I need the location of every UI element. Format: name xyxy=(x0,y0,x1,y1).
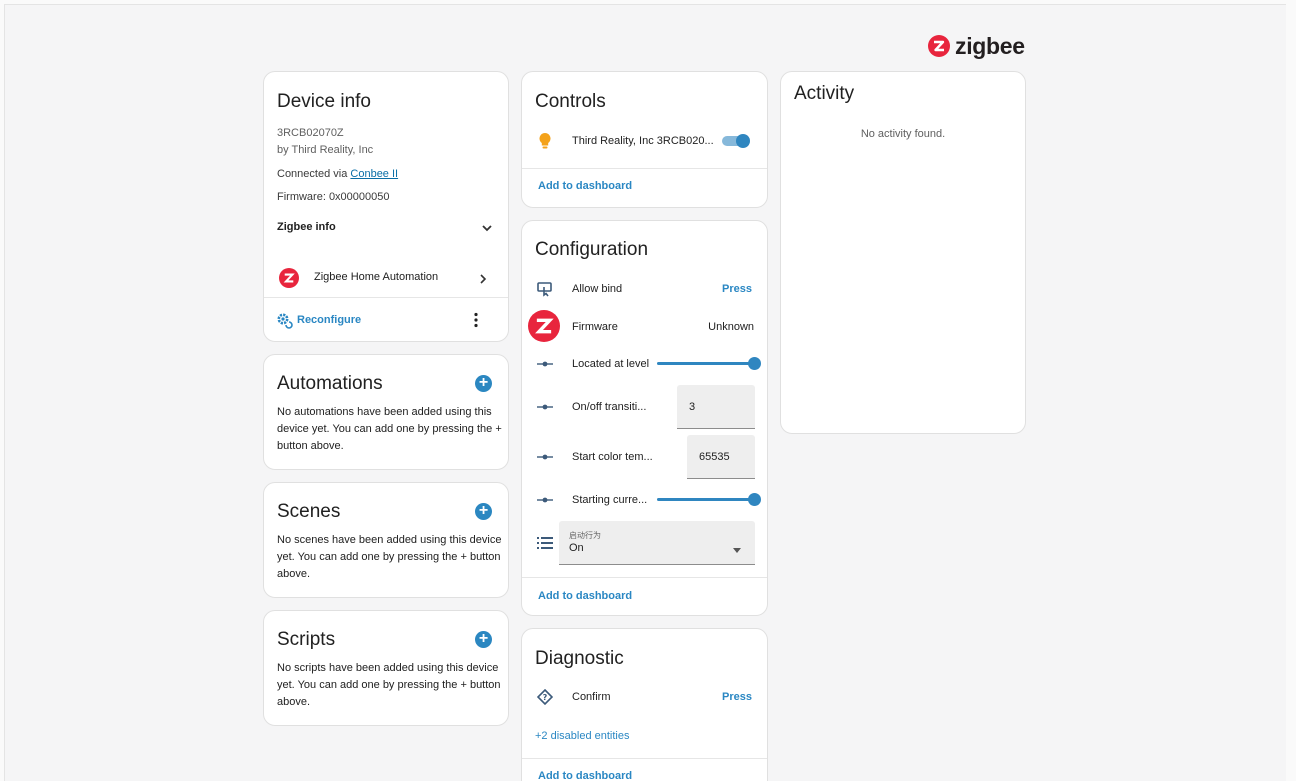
cog-refresh-icon xyxy=(275,311,293,329)
activity-title: Activity xyxy=(794,83,855,104)
firmware-label: Firmware xyxy=(572,321,618,333)
configuration-card: Configuration Allow bind Press Firmware … xyxy=(521,220,768,616)
activity-card: Activity No activity found. xyxy=(780,71,1026,434)
firmware-zigbee-icon xyxy=(528,310,560,342)
connected-via-label: Connected via xyxy=(277,168,351,180)
diagnostic-add-to-dashboard[interactable]: Add to dashboard xyxy=(538,770,632,781)
ray-vertex-icon xyxy=(536,355,554,373)
firmware-value: Unknown xyxy=(708,321,754,333)
level-slider[interactable] xyxy=(657,357,761,370)
more-options-icon[interactable] xyxy=(474,312,478,333)
zigbee-logo-icon xyxy=(928,35,950,57)
diagnostic-card: Diagnostic ? Confirm Press +2 disabled e… xyxy=(521,628,768,781)
activity-empty-text: No activity found. xyxy=(860,128,946,140)
controls-card: Controls Third Reality, Inc 3RCB020... A… xyxy=(521,71,768,208)
light-toggle[interactable] xyxy=(722,134,750,148)
onoff-transition-value: 3 xyxy=(689,400,696,413)
configuration-divider xyxy=(522,577,767,578)
device-model: 3RCB02070Z xyxy=(277,127,344,139)
controls-title: Controls xyxy=(535,91,606,112)
scripts-title: Scripts xyxy=(277,629,336,650)
configuration-title: Configuration xyxy=(535,239,649,260)
firmware-row: Firmware Unknown xyxy=(522,310,767,342)
zigbee-logo: zigbee xyxy=(928,32,1025,59)
chevron-right-icon xyxy=(478,272,488,290)
light-entity-label: Third Reality, Inc 3RCB020... xyxy=(572,135,714,147)
configuration-add-to-dashboard[interactable]: Add to dashboard xyxy=(538,590,632,602)
scripts-empty-text: No scripts have been added using this de… xyxy=(277,662,501,708)
startup-behavior-row: 启动行为 On xyxy=(522,521,767,565)
device-info-divider xyxy=(264,297,508,298)
lightbulb-icon xyxy=(536,132,554,150)
device-firmware: Firmware: 0x00000050 xyxy=(277,191,390,203)
reconfigure-button[interactable]: Reconfigure xyxy=(275,310,361,330)
level-label: Located at level xyxy=(572,358,650,370)
chevron-down-icon xyxy=(481,221,493,239)
scenes-title: Scenes xyxy=(277,501,341,522)
connected-via: Connected via Conbee II xyxy=(277,166,398,183)
ray-vertex-icon xyxy=(536,448,554,466)
onoff-transition-row: On/off transiti... 3 xyxy=(522,385,767,429)
startup-behavior-select[interactable]: 启动行为 On xyxy=(559,521,755,565)
color-temp-input[interactable]: 65535 xyxy=(687,435,755,479)
scenes-card: Scenes + No scenes have been added using… xyxy=(263,482,509,598)
confirm-row: ? Confirm Press xyxy=(522,687,767,707)
automations-empty-text: No automations have been added using thi… xyxy=(277,406,502,452)
level-row: Located at level xyxy=(522,354,767,374)
device-manufacturer: by Third Reality, Inc xyxy=(277,144,374,156)
svg-text:?: ? xyxy=(543,693,548,702)
color-temp-value: 65535 xyxy=(699,450,730,463)
add-automation-button[interactable]: + xyxy=(475,375,492,392)
onoff-transition-input[interactable]: 3 xyxy=(677,385,755,429)
device-info-card: Device info 3RCB02070Z by Third Reality,… xyxy=(263,71,509,342)
automations-title: Automations xyxy=(277,373,383,394)
format-list-icon xyxy=(536,534,554,552)
add-scene-button[interactable]: + xyxy=(475,503,492,520)
diagnostic-title: Diagnostic xyxy=(535,648,624,669)
onoff-transition-label: On/off transiti... xyxy=(572,401,647,413)
ray-vertex-icon xyxy=(536,398,554,416)
color-temp-label: Start color tem... xyxy=(572,451,653,463)
controls-divider xyxy=(522,168,767,169)
zigbee-logo-text: zigbee xyxy=(955,32,1025,59)
zigbee-info-label: Zigbee info xyxy=(277,221,336,233)
diagnostic-divider xyxy=(522,758,767,759)
gesture-tap-button-icon xyxy=(536,280,554,298)
startup-behavior-value: On xyxy=(569,542,584,554)
help-rhombus-icon: ? xyxy=(536,688,554,706)
starting-label: Starting curre... xyxy=(572,494,648,506)
disabled-entities-link[interactable]: +2 disabled entities xyxy=(535,730,629,742)
reconfigure-label: Reconfigure xyxy=(297,314,362,326)
dropdown-arrow-icon xyxy=(733,540,741,558)
device-info-title: Device info xyxy=(277,91,371,112)
controls-add-to-dashboard[interactable]: Add to dashboard xyxy=(538,180,632,192)
scripts-card: Scripts + No scripts have been added usi… xyxy=(263,610,509,726)
allow-bind-row: Allow bind Press xyxy=(522,279,767,299)
starting-slider[interactable] xyxy=(657,493,761,506)
color-temp-row: Start color tem... 65535 xyxy=(522,435,767,479)
allow-bind-label: Allow bind xyxy=(572,283,623,295)
zha-logo-icon xyxy=(279,268,299,288)
zigbee-info-expander[interactable]: Zigbee info xyxy=(264,212,508,246)
automations-card: Automations + No automations have been a… xyxy=(263,354,509,470)
conbee-link[interactable]: Conbee II xyxy=(350,168,398,180)
confirm-label: Confirm xyxy=(572,691,611,703)
light-entity-row[interactable]: Third Reality, Inc 3RCB020... xyxy=(522,130,767,152)
startup-behavior-label: 启动行为 xyxy=(569,531,601,540)
scenes-empty-text: No scenes have been added using this dev… xyxy=(277,534,502,580)
ray-vertex-icon xyxy=(536,491,554,509)
integration-label: Zigbee Home Automation xyxy=(314,271,439,283)
confirm-press-button[interactable]: Press xyxy=(722,691,752,703)
integration-row[interactable]: Zigbee Home Automation xyxy=(264,264,508,292)
allow-bind-press-button[interactable]: Press xyxy=(722,283,752,295)
add-script-button[interactable]: + xyxy=(475,631,492,648)
starting-row: Starting curre... xyxy=(522,490,767,510)
